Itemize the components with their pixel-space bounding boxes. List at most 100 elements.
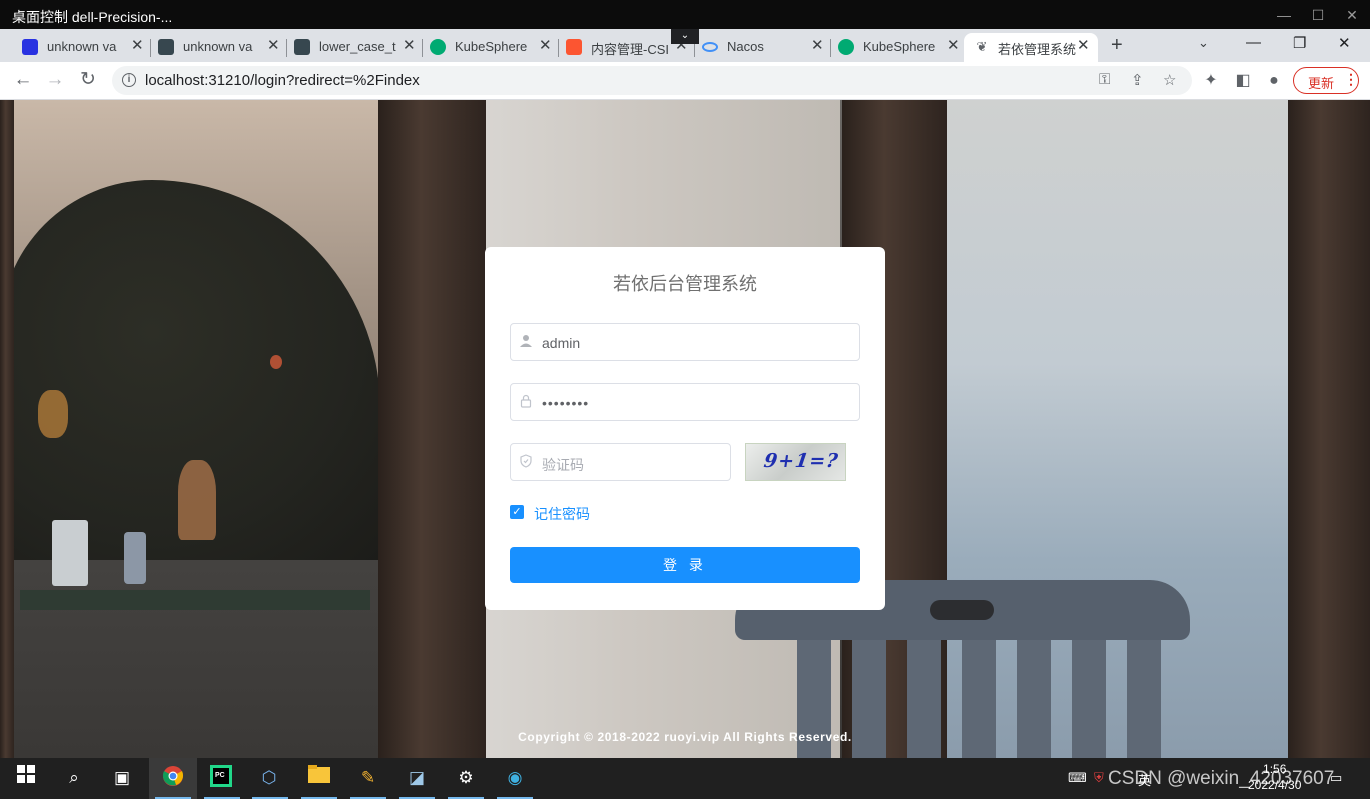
- virtualbox-icon[interactable]: ⬡: [256, 765, 282, 791]
- share-icon[interactable]: ⇪: [1131, 71, 1144, 89]
- login-form: 若依后台管理系统 admin •••••••• 验证码 9+1=? ✓ 记住密码…: [485, 247, 885, 610]
- address-bar[interactable]: i localhost:31210/login?redirect=%2Finde…: [112, 66, 1192, 95]
- close-tab-icon[interactable]: ✕: [131, 36, 144, 54]
- background-wooden-beam: [378, 100, 486, 758]
- security-shield-icon[interactable]: ⛨: [1094, 770, 1104, 786]
- tab-label: KubeSphere: [455, 39, 528, 54]
- window-minimize-icon[interactable]: —: [1246, 34, 1261, 51]
- browser-toolbar: ← → ↻ i localhost:31210/login?redirect=%…: [0, 62, 1370, 100]
- tab-3[interactable]: lower_case_t ✕: [294, 33, 418, 62]
- new-tab-icon[interactable]: +: [1111, 34, 1123, 57]
- settings-gear-icon[interactable]: ⚙: [453, 765, 479, 791]
- window-restore-icon[interactable]: ❐: [1293, 34, 1306, 52]
- tools-app-icon[interactable]: ✎: [355, 765, 381, 791]
- avatar-icon: [158, 39, 174, 55]
- tab-6[interactable]: Nacos ✕: [702, 33, 826, 62]
- tab-active[interactable]: ❦ 若依管理系统 ✕: [964, 33, 1098, 62]
- close-tab-icon[interactable]: ✕: [403, 36, 416, 54]
- tab-divider: [830, 39, 831, 57]
- site-info-icon[interactable]: i: [122, 73, 136, 87]
- username-field[interactable]: admin: [510, 323, 860, 361]
- kubesphere-icon: [838, 39, 854, 55]
- copyright-text: Copyright © 2018-2022 ruoyi.vip All Righ…: [518, 730, 852, 744]
- chrome-icon[interactable]: [160, 765, 186, 791]
- remember-label[interactable]: 记住密码: [534, 504, 590, 524]
- lock-icon: [518, 394, 534, 410]
- close-icon[interactable]: ✕: [1342, 5, 1362, 25]
- tab-divider: [422, 39, 423, 57]
- csdn-icon: [566, 39, 582, 55]
- login-button[interactable]: 登 录: [510, 547, 860, 583]
- close-tab-icon[interactable]: ✕: [267, 36, 280, 54]
- captcha-field[interactable]: 验证码: [510, 443, 731, 481]
- remote-desktop-title: 桌面控制 dell-Precision-...: [12, 9, 173, 25]
- close-tab-icon[interactable]: ✕: [811, 36, 824, 54]
- close-tab-icon[interactable]: ✕: [947, 36, 960, 54]
- background-cup: [52, 520, 88, 586]
- key-icon[interactable]: ⚿: [1099, 71, 1110, 88]
- task-view-icon[interactable]: ▣: [109, 765, 135, 791]
- background-window-right: [945, 100, 1290, 758]
- update-label: 更新: [1308, 76, 1335, 91]
- file-explorer-icon[interactable]: [306, 765, 332, 791]
- tab-label: unknown va: [183, 39, 253, 54]
- background-chair-handle: [930, 600, 994, 620]
- network-icon[interactable]: ⌨: [1068, 770, 1087, 786]
- user-icon: [518, 334, 534, 350]
- background-table: [20, 590, 370, 610]
- captcha-image[interactable]: 9+1=?: [745, 443, 846, 481]
- tab-1[interactable]: unknown va ✕: [22, 33, 146, 62]
- background-figure: [178, 460, 216, 540]
- update-button[interactable]: 更新 ⋮: [1293, 67, 1359, 94]
- background-bottle: [124, 532, 146, 584]
- remember-checkbox[interactable]: ✓: [510, 505, 524, 519]
- username-value[interactable]: admin: [542, 335, 580, 351]
- editor-app-icon[interactable]: ◪: [404, 765, 430, 791]
- pycharm-icon[interactable]: PC: [208, 765, 234, 791]
- reload-icon[interactable]: ↻: [76, 68, 100, 92]
- background-wooden-beam: [0, 100, 14, 758]
- remote-desktop-app-icon[interactable]: ◉: [502, 765, 528, 791]
- background-wooden-beam: [1288, 100, 1370, 758]
- more-menu-icon[interactable]: ⋮: [1344, 71, 1358, 88]
- csdn-watermark: CSDN @weixin_42037607: [1108, 768, 1335, 789]
- tab-label: 内容管理-CSI: [591, 42, 669, 57]
- tab-label: Nacos: [727, 39, 764, 54]
- windows-start-icon[interactable]: [13, 765, 39, 791]
- tab-7[interactable]: KubeSphere ✕: [838, 33, 962, 62]
- shield-icon: [518, 454, 534, 470]
- captcha-image-text: 9+1=?: [762, 450, 840, 472]
- tab-2[interactable]: unknown va ✕: [158, 33, 282, 62]
- extensions-puzzle-icon[interactable]: ✦: [1201, 71, 1221, 91]
- window-close-icon[interactable]: ✕: [1338, 34, 1351, 52]
- maximize-icon[interactable]: ☐: [1308, 5, 1328, 25]
- background-light: [270, 355, 282, 369]
- minimize-icon[interactable]: —: [1274, 5, 1294, 25]
- nacos-icon: [702, 42, 718, 52]
- password-value[interactable]: ••••••••: [542, 395, 589, 411]
- ruoyi-leaf-icon: ❦: [976, 39, 988, 54]
- profile-avatar-icon[interactable]: ●: [1264, 71, 1284, 91]
- captcha-placeholder: 验证码: [542, 457, 584, 473]
- tab-label: lower_case_t: [319, 39, 396, 54]
- tab-label: KubeSphere: [863, 39, 936, 54]
- bookmark-star-icon[interactable]: ☆: [1163, 71, 1176, 89]
- search-icon[interactable]: ⌕: [61, 765, 87, 791]
- chevron-down-icon[interactable]: ⌄: [671, 29, 699, 44]
- tab-4[interactable]: KubeSphere ✕: [430, 33, 554, 62]
- avatar-icon: [294, 39, 310, 55]
- url-text[interactable]: localhost:31210/login?redirect=%2Findex: [145, 72, 420, 89]
- password-field[interactable]: ••••••••: [510, 383, 860, 421]
- back-icon[interactable]: ←: [11, 68, 35, 92]
- tab-search-chevron-icon[interactable]: ⌄: [1198, 35, 1209, 51]
- forward-icon[interactable]: →: [43, 68, 67, 92]
- close-tab-icon[interactable]: ✕: [539, 36, 552, 54]
- close-tab-icon[interactable]: ✕: [1077, 36, 1090, 54]
- tab-divider: [286, 39, 287, 57]
- baidu-paw-icon: [22, 39, 38, 55]
- tab-label: unknown va: [47, 39, 117, 54]
- tab-label: 若依管理系统: [998, 42, 1076, 57]
- background-flowers: [38, 390, 68, 438]
- side-panel-icon[interactable]: ◧: [1233, 71, 1253, 91]
- remote-desktop-titlebar: 桌面控制 dell-Precision-... — ☐ ✕: [0, 0, 1370, 29]
